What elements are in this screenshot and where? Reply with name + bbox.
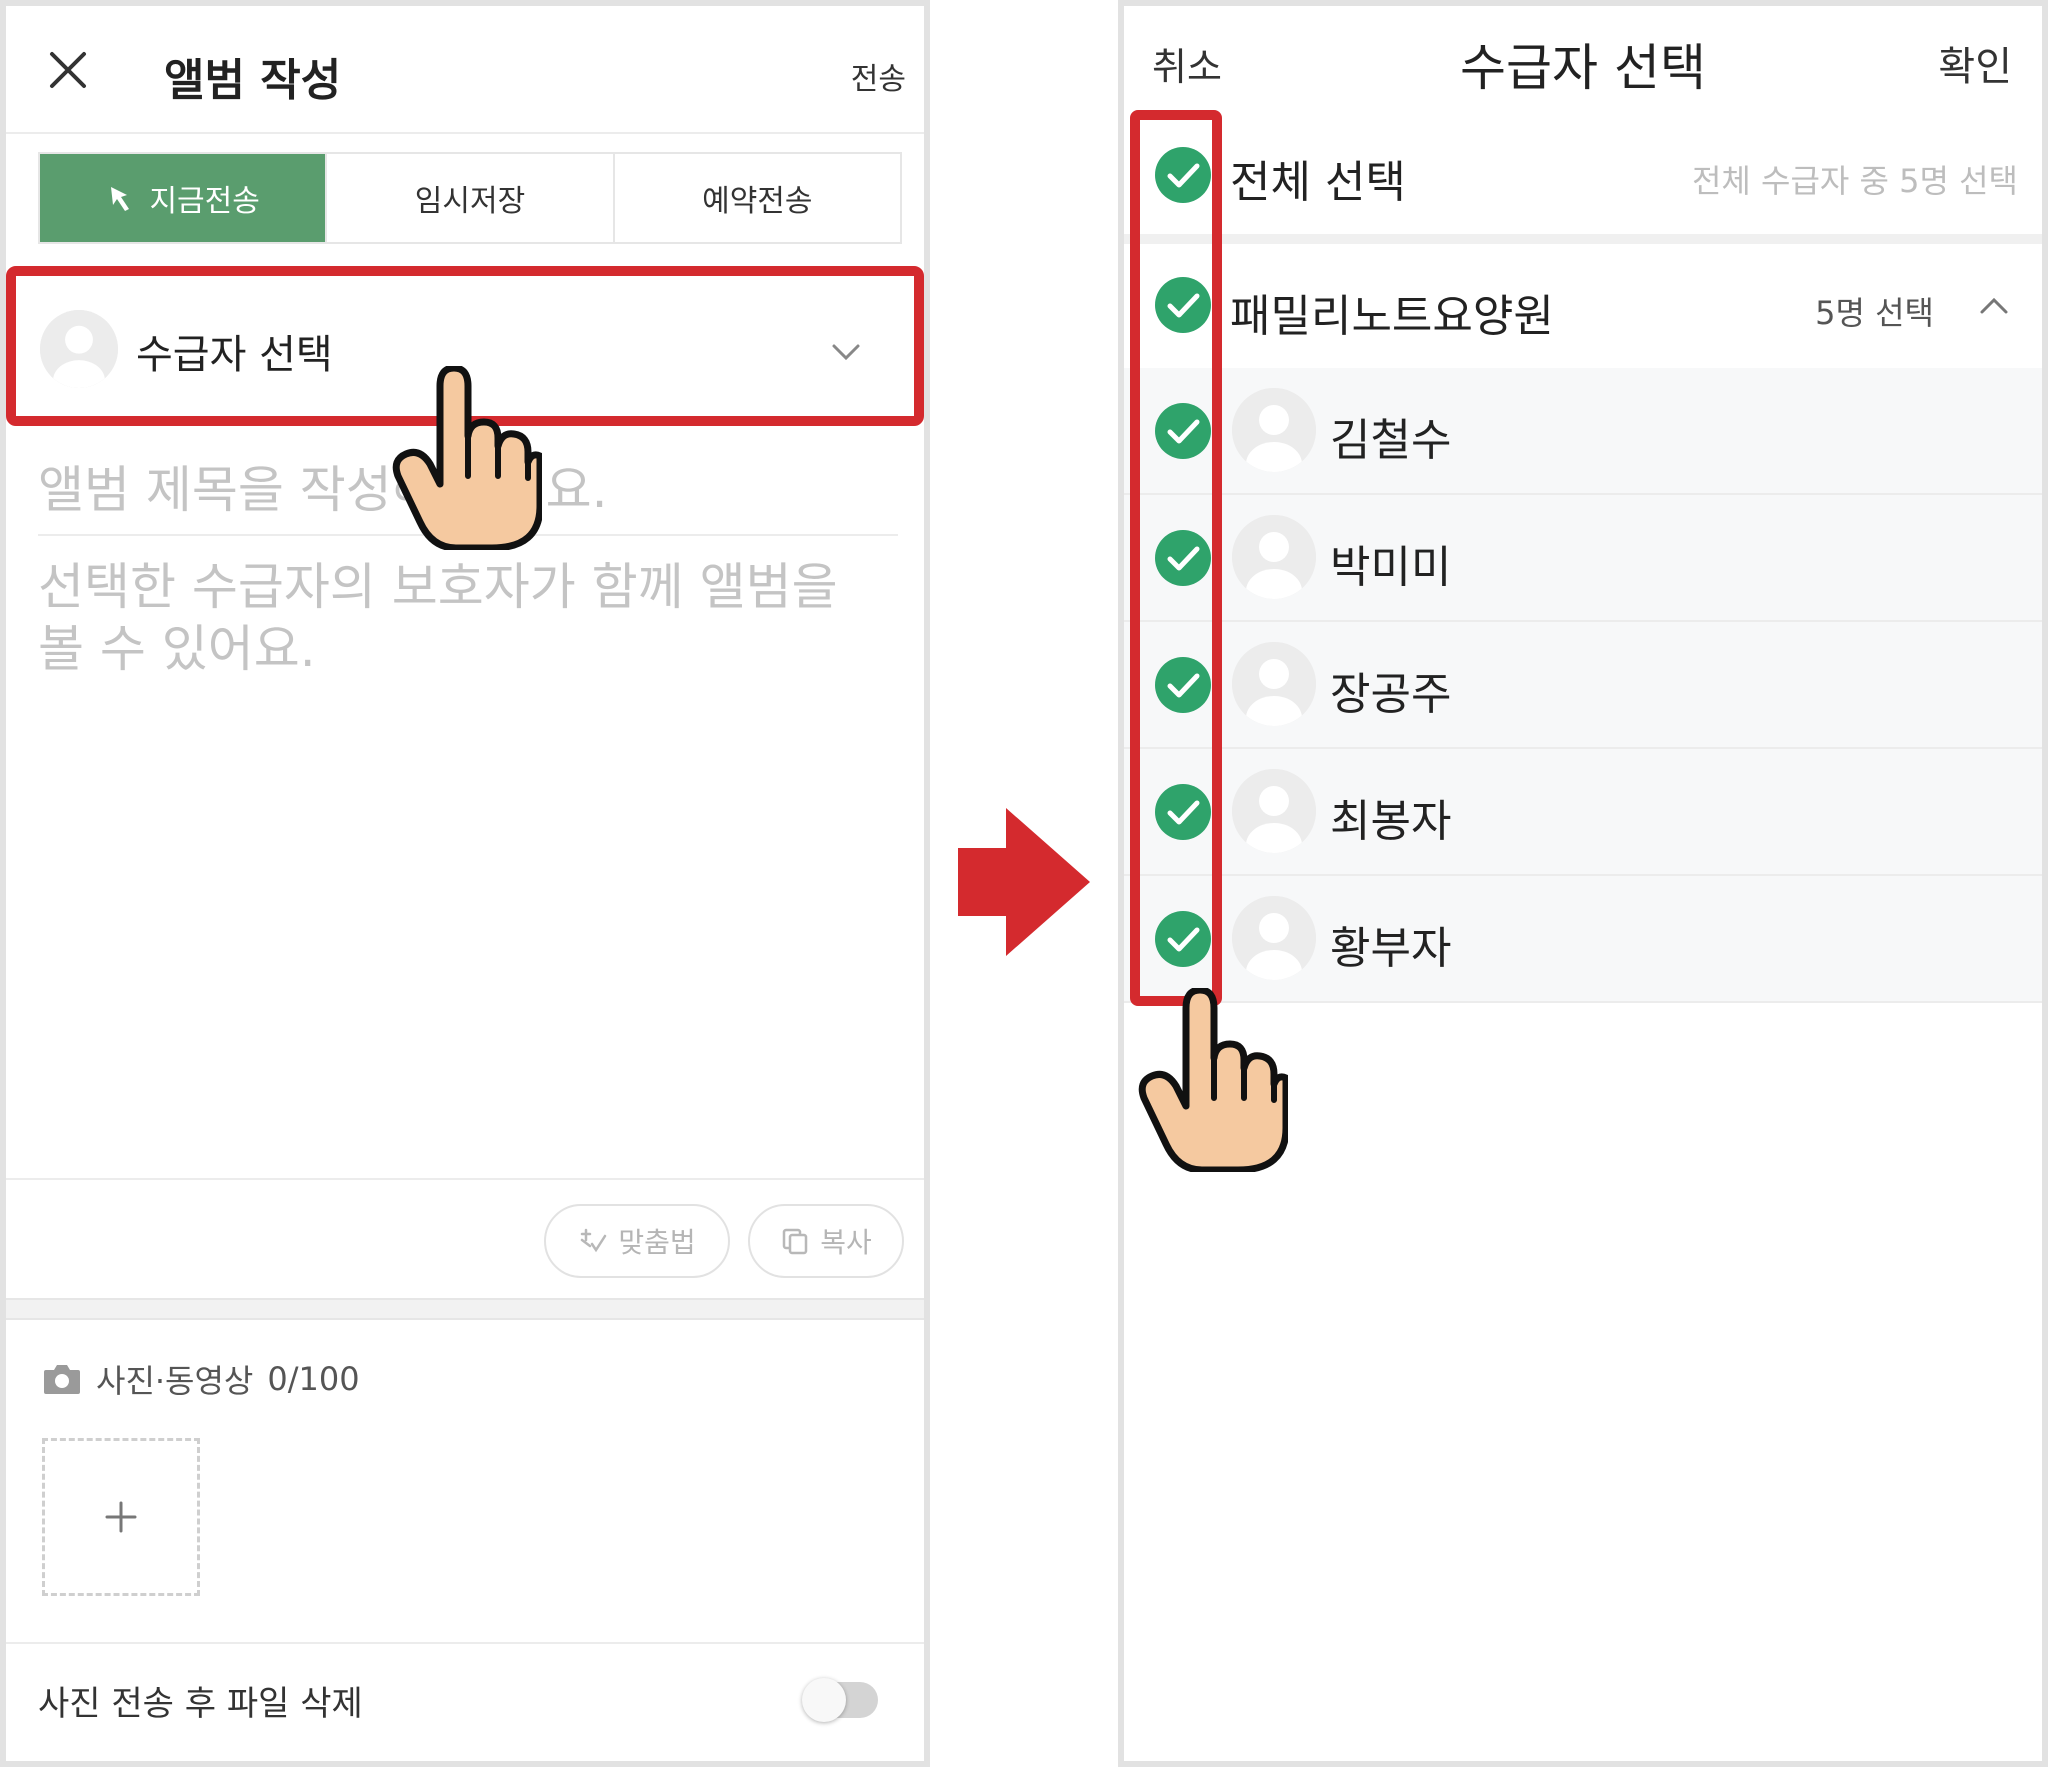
send-button[interactable]: 전송	[851, 54, 906, 98]
page-title: 앨범 작성	[164, 55, 342, 106]
compose-header: 앨범 작성 전송	[6, 6, 924, 134]
send-mode-tabs: 지금전송 임시저장 예약전송	[38, 152, 902, 244]
media-label: 사진·동영상	[96, 1362, 254, 1400]
person-icon	[1232, 896, 1316, 980]
recipient-select-header: 취소 수급자 선택 확인	[1124, 6, 2042, 116]
avatar	[1232, 896, 1316, 980]
group-row[interactable]: 패밀리노트요양원 5명 선택	[1124, 244, 2042, 368]
camera-icon	[44, 1365, 80, 1394]
avatar	[1232, 388, 1316, 472]
media-count: 0/100	[267, 1360, 360, 1398]
album-compose-screen: 앨범 작성 전송 지금전송 임시저장 예약전송 수급자 선택 앨범 제목을 작성…	[0, 0, 930, 1767]
avatar	[40, 310, 118, 388]
tab-label: 예약전송	[702, 184, 813, 219]
delete-after-send-label: 사진 전송 후 파일 삭제	[38, 1684, 363, 1724]
spellcheck-button[interactable]: 맞춤법	[544, 1204, 730, 1278]
group-selected-count: 5명 선택	[1815, 294, 1934, 332]
person-icon	[1232, 388, 1316, 472]
list-item[interactable]: 장공주	[1124, 622, 2042, 749]
divider	[6, 1178, 924, 1180]
member-name: 황부자	[1330, 923, 1452, 974]
avatar	[1232, 642, 1316, 726]
add-media-button[interactable]	[42, 1438, 200, 1596]
member-name: 박미미	[1330, 542, 1452, 593]
selection-status: 전체 수급자 중 5명 선택	[1691, 162, 2018, 200]
pointing-hand-icon	[1138, 988, 1288, 1172]
tab-schedule-send[interactable]: 예약전송	[615, 154, 900, 242]
arrow-right-icon	[958, 808, 1090, 956]
checkbox-column-highlight	[1130, 110, 1222, 1006]
plus-icon	[105, 1501, 137, 1533]
chevron-down-icon	[832, 344, 860, 361]
recipient-select-screen: 취소 수급자 선택 확인 전체 선택 전체 수급자 중 5명 선택 패밀리노트요…	[1118, 0, 2048, 1767]
person-icon	[1232, 769, 1316, 853]
pointing-hand-icon	[392, 366, 542, 550]
tab-label: 임시저장	[414, 184, 526, 219]
member-name: 최봉자	[1330, 796, 1452, 847]
list-item[interactable]: 박미미	[1124, 495, 2042, 622]
avatar	[1232, 515, 1316, 599]
confirm-button[interactable]: 확인	[1938, 34, 2012, 92]
page-title: 수급자 선택	[1460, 39, 1706, 97]
member-name: 김철수	[1330, 415, 1452, 466]
person-icon	[40, 310, 118, 388]
list-item[interactable]: 황부자	[1124, 876, 2042, 1003]
spellcheck-icon	[581, 1228, 607, 1253]
spellcheck-label: 맞춤법	[618, 1226, 696, 1259]
album-body-input[interactable]	[38, 556, 898, 706]
list-item[interactable]: 김철수	[1124, 368, 2042, 495]
select-all-label: 전체 선택	[1230, 157, 1406, 208]
select-all-row[interactable]: 전체 선택 전체 수급자 중 5명 선택	[1124, 116, 2042, 234]
tab-send-now[interactable]: 지금전송	[40, 154, 328, 242]
section-separator	[1124, 234, 2042, 244]
divider	[6, 1642, 924, 1644]
group-name: 패밀리노트요양원	[1230, 291, 1554, 342]
section-separator	[6, 1298, 924, 1320]
person-icon	[1232, 515, 1316, 599]
pin-icon	[111, 187, 130, 211]
recipient-select-label: 수급자 선택	[136, 332, 333, 378]
tab-save-draft[interactable]: 임시저장	[327, 154, 615, 242]
toggle-knob	[802, 1678, 846, 1722]
copy-label: 복사	[820, 1226, 872, 1259]
tab-label: 지금전송	[149, 184, 260, 219]
list-item[interactable]: 최봉자	[1124, 749, 2042, 876]
copy-icon	[782, 1228, 808, 1255]
copy-button[interactable]: 복사	[748, 1204, 904, 1278]
chevron-up-icon[interactable]	[1976, 288, 2012, 324]
avatar	[1232, 769, 1316, 853]
close-icon[interactable]	[46, 48, 90, 92]
media-section-label: 사진·동영상 0/100	[42, 1356, 360, 1402]
member-name: 장공주	[1330, 669, 1452, 720]
delete-after-send-toggle[interactable]	[802, 1678, 878, 1722]
person-icon	[1232, 642, 1316, 726]
